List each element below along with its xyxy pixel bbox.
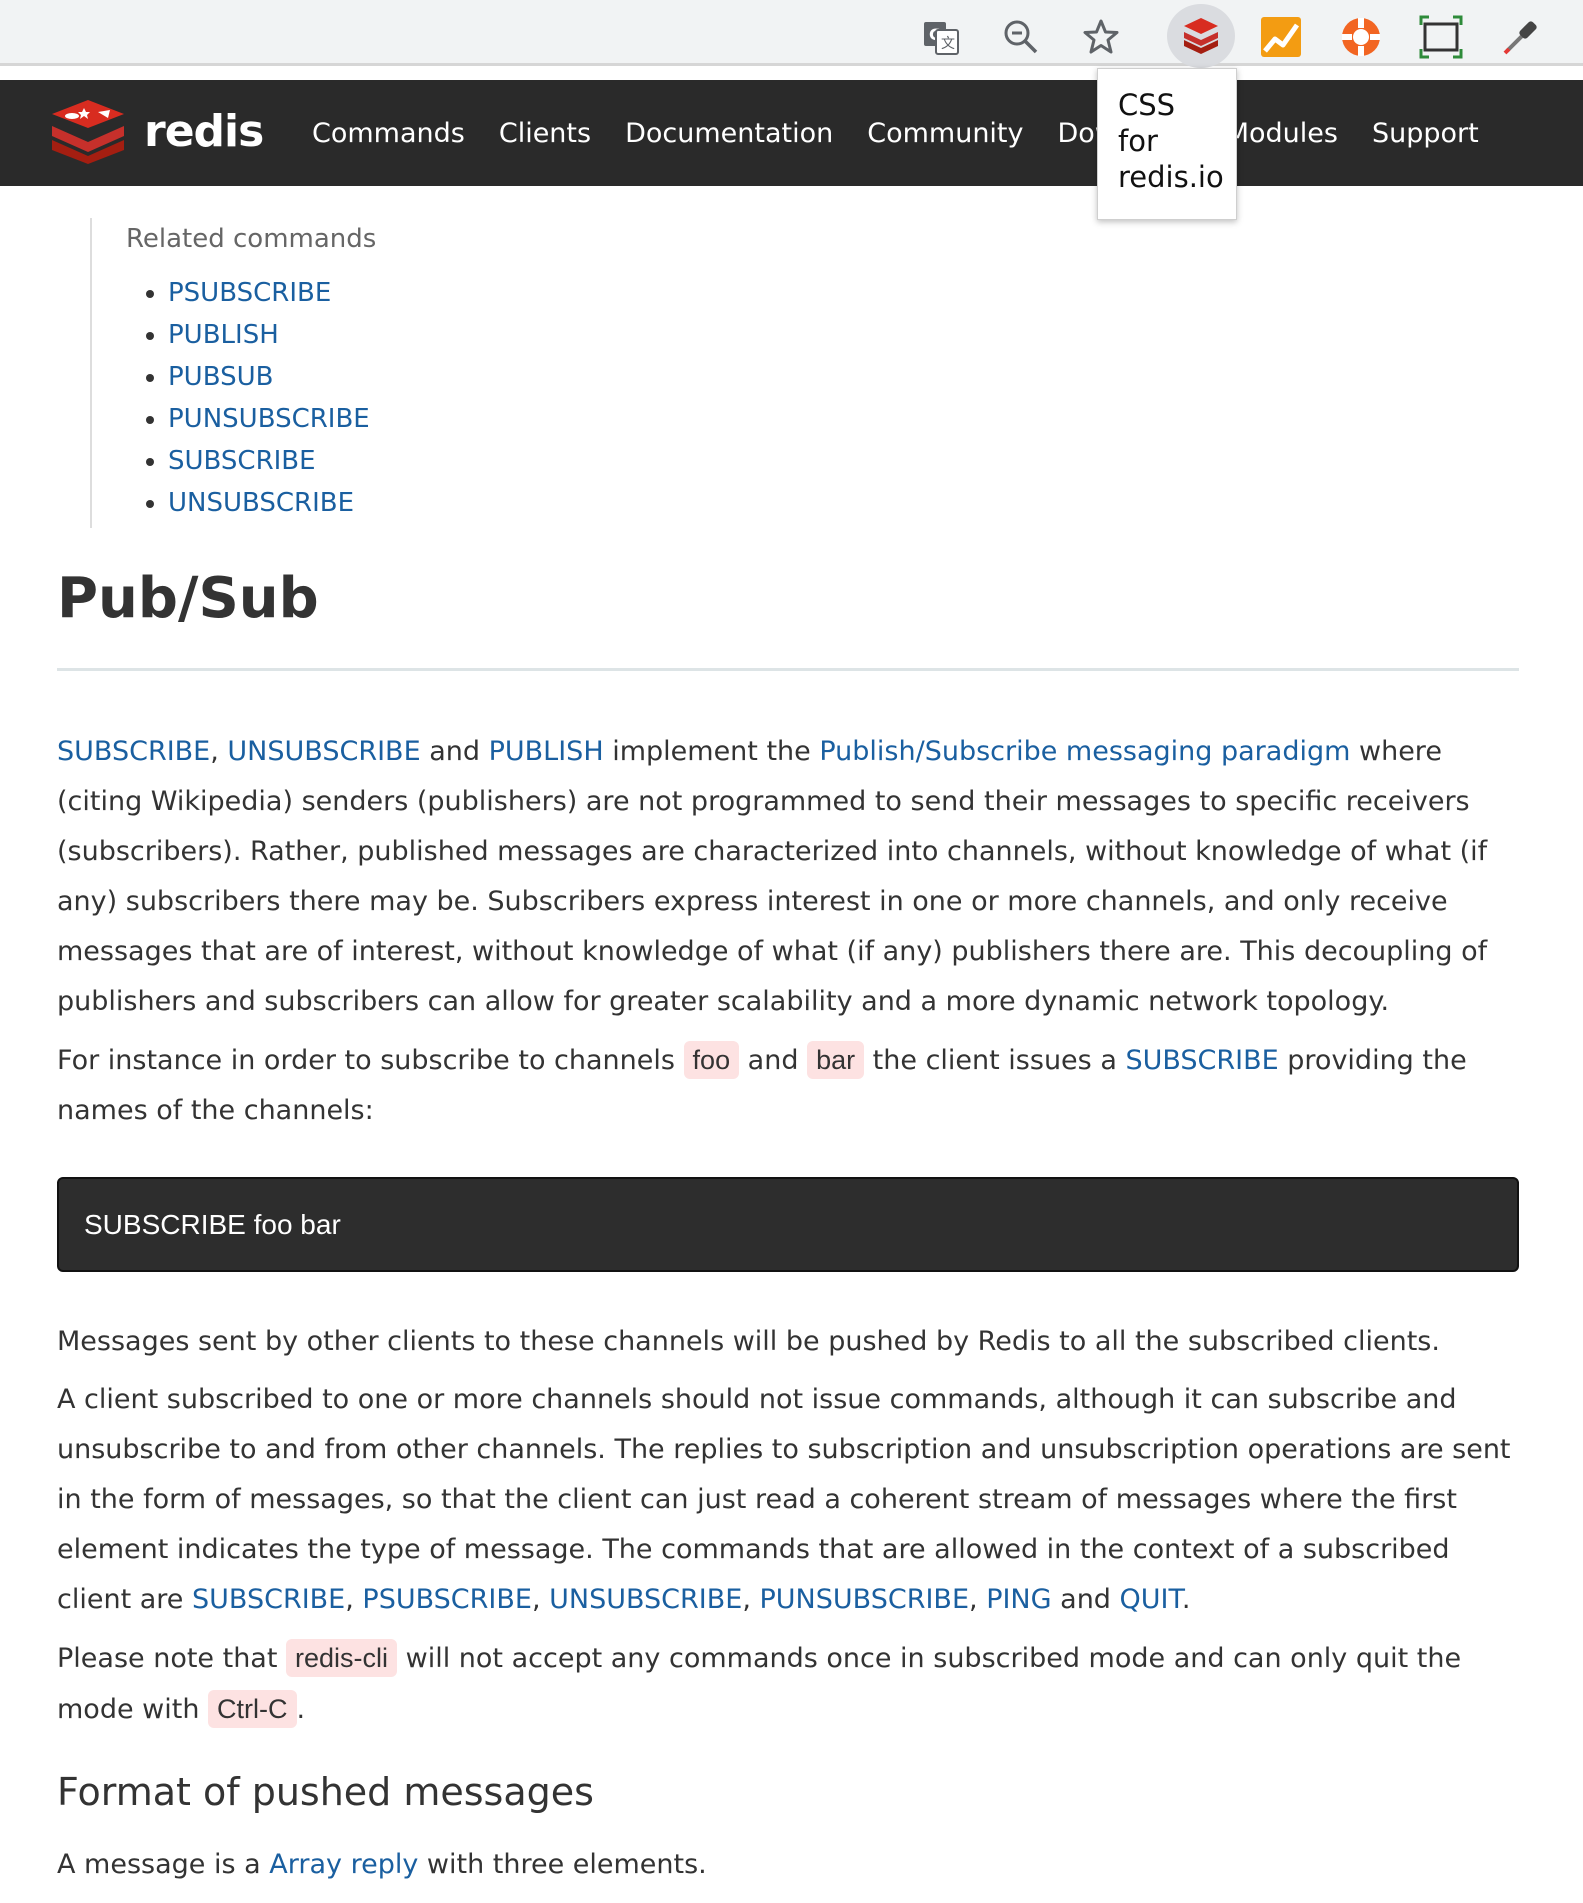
tooltip-line: for [1118, 124, 1158, 158]
subscribed-client-paragraph: A client subscribed to one or more chann… [57, 1375, 1519, 1625]
list-item: UNSUBSCRIBE [168, 482, 690, 524]
translate-icon[interactable]: G文 [912, 8, 970, 66]
title-divider [57, 668, 1519, 671]
list-item: PUBSUB [168, 356, 690, 398]
nav-commands[interactable]: Commands [312, 118, 465, 149]
lifebuoy-extension-icon[interactable] [1332, 8, 1390, 66]
push-paragraph-container: Messages sent by other clients to these … [57, 1317, 1519, 1367]
related-link-unsubscribe[interactable]: UNSUBSCRIBE [168, 488, 354, 518]
text: and [739, 1045, 808, 1076]
link-publish[interactable]: PUBLISH [489, 736, 604, 767]
browser-toolbar: G文 [0, 0, 1583, 68]
screen-capture-icon[interactable] [1412, 8, 1470, 66]
nav-community[interactable]: Community [867, 118, 1023, 149]
redis-logo-icon [52, 100, 124, 164]
related-link-publish[interactable]: PUBLISH [168, 320, 279, 350]
nav-menu: Commands Clients Documentation Community… [312, 80, 1513, 186]
related-link-psubscribe[interactable]: PSUBSCRIBE [168, 278, 331, 308]
message-format-paragraph-container: A message is a Array reply with three el… [57, 1840, 1519, 1890]
list-item: PUBLISH [168, 314, 690, 356]
text: , [210, 736, 228, 767]
link-array-reply[interactable]: Array reply [269, 1849, 418, 1880]
nav-support[interactable]: Support [1372, 118, 1479, 149]
text: , [969, 1584, 987, 1615]
subscribed-client-paragraph-container: A client subscribed to one or more chann… [57, 1375, 1519, 1625]
svg-text:文: 文 [941, 36, 955, 52]
redis-cli-paragraph: Please note that redis-cli will not acce… [57, 1633, 1519, 1735]
intro-paragraph: SUBSCRIBE, UNSUBSCRIBE and PUBLISH imple… [57, 727, 1519, 1027]
example-paragraph: For instance in order to subscribe to ch… [57, 1035, 1519, 1136]
text: . [296, 1694, 306, 1725]
related-link-pubsub[interactable]: PUBSUB [168, 362, 273, 392]
example-paragraph-container: For instance in order to subscribe to ch… [57, 1035, 1519, 1136]
link-psubscribe[interactable]: PSUBSCRIBE [362, 1584, 532, 1615]
link-quit[interactable]: QUIT [1120, 1584, 1182, 1615]
page-title: Pub/Sub [57, 566, 319, 631]
link-subscribe[interactable]: SUBSCRIBE [192, 1584, 345, 1615]
text: A message is a [57, 1849, 270, 1880]
message-format-paragraph: A message is a Array reply with three el… [57, 1840, 1519, 1890]
site-navbar: redis Commands Clients Documentation Com… [0, 80, 1583, 186]
text: A client subscribed to one or more chann… [57, 1384, 1511, 1615]
text: , [742, 1584, 760, 1615]
related-commands-list: PSUBSCRIBE PUBLISH PUBSUB PUNSUBSCRIBE S… [126, 272, 690, 524]
link-unsubscribe[interactable]: UNSUBSCRIBE [549, 1584, 742, 1615]
text: where (citing Wikipedia) senders (publis… [57, 736, 1488, 1017]
tooltip-line: redis.io [1118, 160, 1224, 194]
inline-code-redis-cli: redis-cli [286, 1639, 398, 1677]
nav-documentation[interactable]: Documentation [625, 118, 833, 149]
redis-cli-paragraph-container: Please note that redis-cli will not acce… [57, 1633, 1519, 1735]
text: and [1051, 1584, 1120, 1615]
list-item: SUBSCRIBE [168, 440, 690, 482]
nav-clients[interactable]: Clients [499, 118, 591, 149]
text: with three elements. [418, 1849, 707, 1880]
zoom-out-icon[interactable] [992, 8, 1050, 66]
inline-code-bar: bar [807, 1041, 865, 1079]
bookmark-star-icon[interactable] [1072, 8, 1130, 66]
redis-logo[interactable]: redis [50, 98, 264, 164]
eyedropper-icon[interactable] [1492, 8, 1550, 66]
text: . [1181, 1584, 1191, 1615]
list-item: PSUBSCRIBE [168, 272, 690, 314]
text: Please note that [57, 1643, 287, 1674]
link-subscribe[interactable]: SUBSCRIBE [1125, 1045, 1278, 1076]
list-item: PUNSUBSCRIBE [168, 398, 690, 440]
analytics-extension-icon[interactable] [1252, 8, 1310, 66]
code-block: SUBSCRIBE foo bar [57, 1177, 1519, 1272]
redis-extension-icon[interactable] [1167, 4, 1235, 68]
text: implement the [603, 736, 820, 767]
text: , [345, 1584, 363, 1615]
text: , [531, 1584, 550, 1615]
link-pubsub-paradigm[interactable]: Publish/Subscribe messaging paradigm [819, 736, 1350, 767]
brand-name: redis [144, 105, 264, 157]
text: and [420, 736, 489, 767]
link-subscribe[interactable]: SUBSCRIBE [57, 736, 210, 767]
push-paragraph: Messages sent by other clients to these … [57, 1326, 1440, 1357]
nav-modules[interactable]: Modules [1226, 118, 1338, 149]
intro-paragraph-container: SUBSCRIBE, UNSUBSCRIBE and PUBLISH imple… [57, 727, 1519, 1027]
tooltip-line: CSS [1118, 88, 1176, 122]
link-ping[interactable]: PING [986, 1584, 1051, 1615]
related-commands-aside: Related commands PSUBSCRIBE PUBLISH PUBS… [90, 218, 690, 528]
section-heading-format: Format of pushed messages [57, 1770, 594, 1814]
inline-code-foo: foo [683, 1041, 740, 1079]
link-punsubscribe[interactable]: PUNSUBSCRIBE [760, 1584, 970, 1615]
related-link-punsubscribe[interactable]: PUNSUBSCRIBE [168, 404, 370, 434]
text: the client issues a [864, 1045, 1126, 1076]
link-unsubscribe[interactable]: UNSUBSCRIBE [227, 736, 420, 767]
related-link-subscribe[interactable]: SUBSCRIBE [168, 446, 316, 476]
text: For instance in order to subscribe to ch… [57, 1045, 684, 1076]
related-commands-title: Related commands [126, 224, 377, 254]
inline-code-ctrl-c: Ctrl-C [208, 1690, 297, 1728]
extension-tooltip: CSS for redis.io [1097, 68, 1237, 220]
